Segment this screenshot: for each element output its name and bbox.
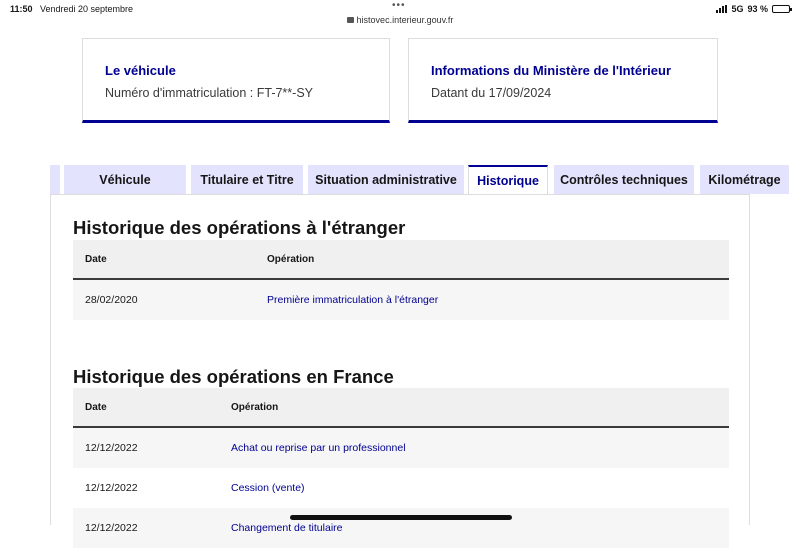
row-date: 28/02/2020 <box>85 294 138 306</box>
tab-historique[interactable]: Historique <box>468 165 548 195</box>
table-row: 28/02/2020 Première immatriculation à l'… <box>73 280 729 320</box>
address-bar[interactable]: histovec.interieur.gouv.fr <box>0 15 800 25</box>
network-label: 5G <box>731 4 744 14</box>
table-header: Date Opération <box>73 388 729 428</box>
lock-icon <box>346 17 354 23</box>
tab-kilometrage[interactable]: Kilométrage <box>700 165 789 194</box>
tab-controles[interactable]: Contrôles techniques <box>554 165 694 194</box>
tab-situation[interactable]: Situation administrative <box>308 165 464 194</box>
row-date: 12/12/2022 <box>85 522 138 534</box>
table-header: Date Opération <box>73 240 729 280</box>
column-operation: Opération <box>267 253 315 265</box>
multitasking-dots-icon[interactable]: ••• <box>392 0 406 11</box>
battery-percent: 93 % <box>747 4 768 14</box>
row-date: 12/12/2022 <box>85 482 138 494</box>
row-operation: Achat ou reprise par un professionnel <box>231 442 406 454</box>
row-date: 12/12/2022 <box>85 442 138 454</box>
status-date: Vendredi 20 septembre <box>40 4 134 14</box>
row-operation: Première immatriculation à l'étranger <box>267 294 439 306</box>
table-abroad: Date Opération 28/02/2020 Première immat… <box>73 240 729 320</box>
column-date: Date <box>85 401 107 413</box>
battery-icon <box>772 5 792 13</box>
ministry-card: Informations du Ministère de l'Intérieur… <box>408 38 718 123</box>
status-bar: 11:50 Vendredi 20 septembre ••• histovec… <box>0 0 800 30</box>
status-time: 11:50 <box>10 4 33 14</box>
table-row: 12/12/2022 Changement de titulaire <box>73 508 729 548</box>
column-operation: Opération <box>231 401 279 413</box>
tab-scroll-stub <box>50 165 60 194</box>
url-text: histovec.interieur.gouv.fr <box>356 15 454 25</box>
section-title-abroad: Historique des opérations à l'étranger <box>73 217 406 238</box>
table-france: Date Opération 12/12/2022 Achat ou repri… <box>73 388 729 548</box>
row-operation: Changement de titulaire <box>231 522 343 534</box>
vehicle-card-title: Le véhicule <box>105 63 176 78</box>
ministry-card-title: Informations du Ministère de l'Intérieur <box>431 63 672 78</box>
table-row: 12/12/2022 Cession (vente) <box>73 468 729 508</box>
table-row: 12/12/2022 Achat ou reprise par un profe… <box>73 428 729 468</box>
section-title-france: Historique des opérations en France <box>73 366 394 387</box>
home-indicator[interactable] <box>290 515 512 520</box>
vehicle-card: Le véhicule Numéro d'immatriculation : F… <box>82 38 390 123</box>
signal-icon <box>716 5 728 13</box>
data-date: Datant du 17/09/2024 <box>431 86 552 100</box>
column-date: Date <box>85 253 107 265</box>
status-indicators: 5G 93 % <box>716 4 792 14</box>
registration-number: Numéro d'immatriculation : FT-7**-SY <box>105 86 314 100</box>
tab-titulaire[interactable]: Titulaire et Titre <box>191 165 303 194</box>
tab-vehicule[interactable]: Véhicule <box>64 165 186 194</box>
row-operation: Cession (vente) <box>231 482 305 494</box>
tab-list: Véhicule Titulaire et Titre Situation ad… <box>50 165 789 195</box>
historique-panel: Historique des opérations à l'étranger D… <box>50 194 750 548</box>
